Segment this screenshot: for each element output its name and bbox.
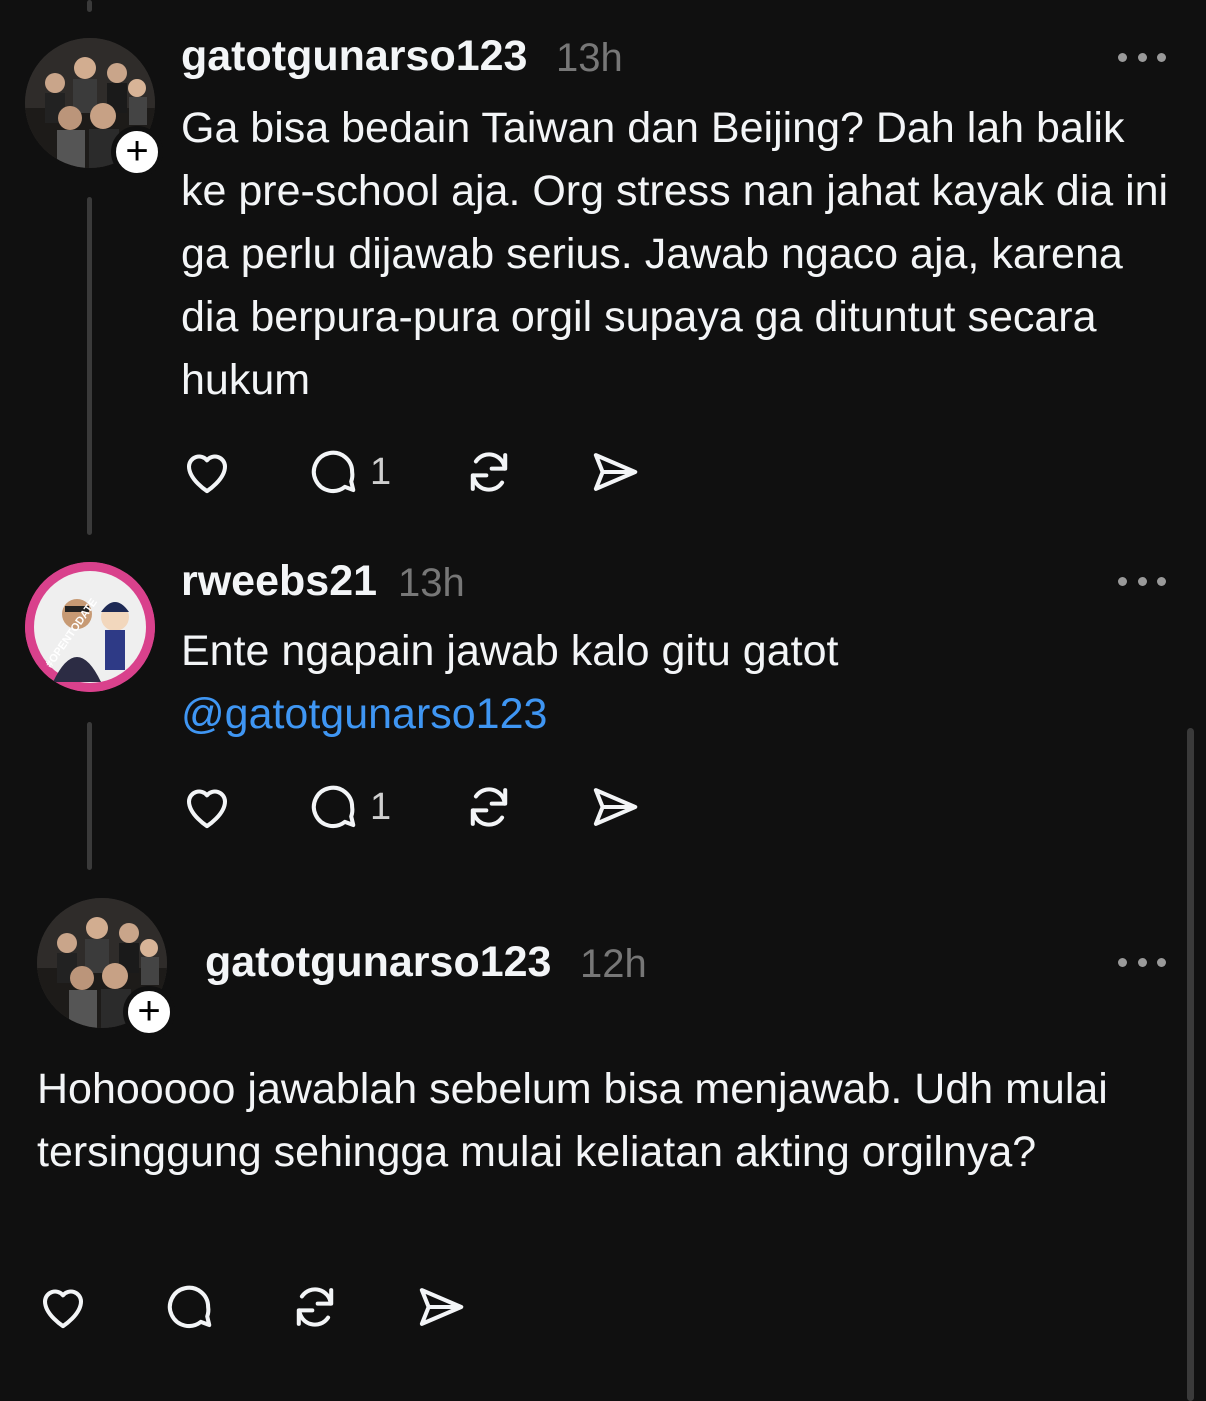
post-actions: 1: [180, 444, 660, 500]
post-actions: 1: [180, 779, 660, 835]
post-text: Ente ngapain jawab kalo gitu gatot @gato…: [181, 620, 1171, 746]
scrollbar[interactable]: [1187, 728, 1194, 1401]
comment-icon: [311, 450, 356, 494]
reply-button[interactable]: 1: [306, 444, 391, 500]
reply-count: 1: [370, 785, 392, 828]
avatar[interactable]: #OPENTODATE: [25, 562, 155, 692]
post-timestamp: 13h: [398, 561, 465, 605]
share-button[interactable]: [588, 779, 642, 835]
share-icon: [419, 1288, 464, 1326]
repost-button[interactable]: [288, 1279, 342, 1335]
heart-icon: [186, 789, 228, 829]
post-username[interactable]: rweebs21: [181, 557, 377, 606]
comment-icon: [311, 785, 356, 829]
follow-button[interactable]: +: [123, 986, 175, 1038]
heart-icon: [186, 454, 228, 494]
heart-icon: [42, 1289, 84, 1329]
repost-button[interactable]: [462, 779, 516, 835]
thread-line: [87, 722, 92, 870]
share-icon: [593, 788, 638, 826]
post-text-line: Ente ngapain jawab kalo gitu gatot: [181, 627, 839, 675]
share-button[interactable]: [588, 444, 642, 500]
more-icon[interactable]: [1118, 51, 1166, 63]
post-timestamp: 12h: [580, 942, 647, 986]
share-icon: [593, 453, 638, 491]
reply-button[interactable]: [162, 1279, 216, 1335]
post-text: Ga bisa bedain Taiwan dan Beijing? Dah l…: [181, 104, 1169, 404]
post-username[interactable]: gatotgunarso123: [205, 938, 551, 987]
reply-count: 1: [370, 450, 392, 493]
more-icon[interactable]: [1118, 575, 1166, 587]
like-button[interactable]: [180, 444, 234, 500]
post-text: Hohooooo jawablah sebelum bisa menjawab.…: [37, 1065, 1108, 1176]
reply-button[interactable]: 1: [306, 779, 391, 835]
like-button[interactable]: [36, 1279, 90, 1335]
repost-icon: [470, 452, 508, 492]
follow-button[interactable]: +: [111, 126, 163, 178]
like-button[interactable]: [180, 779, 234, 835]
repost-icon: [296, 1287, 334, 1327]
post-timestamp: 13h: [556, 36, 623, 80]
thread-line: [87, 197, 92, 535]
share-button[interactable]: [414, 1279, 468, 1335]
comment-icon: [167, 1285, 212, 1329]
more-icon[interactable]: [1118, 956, 1166, 968]
repost-button[interactable]: [462, 444, 516, 500]
thread-line-top: [87, 0, 92, 12]
repost-icon: [470, 787, 508, 827]
mention-link[interactable]: @gatotgunarso123: [181, 683, 1171, 746]
post-actions: [36, 1279, 516, 1335]
post-username[interactable]: gatotgunarso123: [181, 32, 527, 81]
